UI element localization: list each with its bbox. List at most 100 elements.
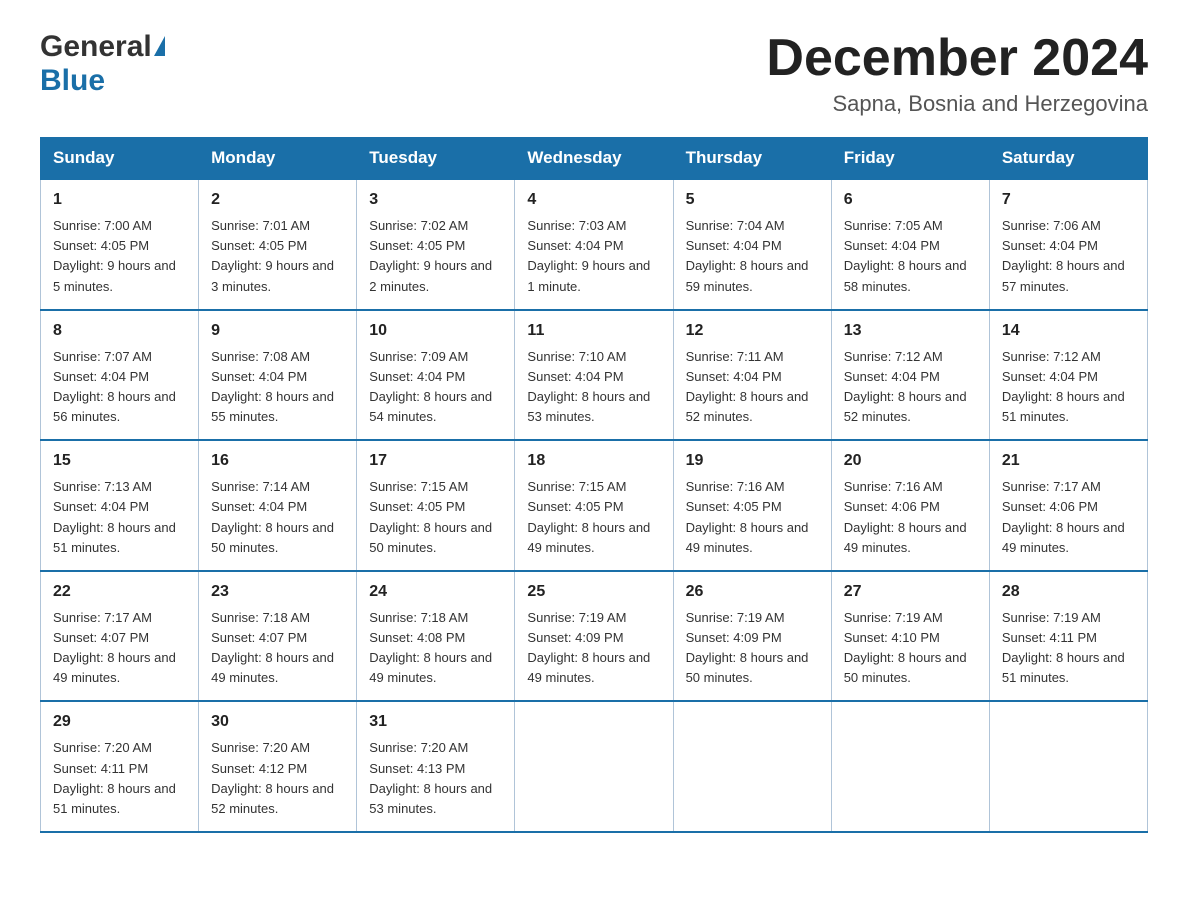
day-number: 22 xyxy=(53,580,186,604)
day-number: 26 xyxy=(686,580,819,604)
day-number: 3 xyxy=(369,188,502,212)
table-row: 16 Sunrise: 7:14 AMSunset: 4:04 PMDaylig… xyxy=(199,440,357,571)
day-info: Sunrise: 7:19 AMSunset: 4:11 PMDaylight:… xyxy=(1002,610,1125,685)
day-info: Sunrise: 7:19 AMSunset: 4:10 PMDaylight:… xyxy=(844,610,967,685)
col-saturday: Saturday xyxy=(989,138,1147,180)
day-number: 20 xyxy=(844,449,977,473)
day-number: 14 xyxy=(1002,319,1135,343)
day-number: 24 xyxy=(369,580,502,604)
day-info: Sunrise: 7:18 AMSunset: 4:08 PMDaylight:… xyxy=(369,610,492,685)
col-tuesday: Tuesday xyxy=(357,138,515,180)
day-info: Sunrise: 7:03 AMSunset: 4:04 PMDaylight:… xyxy=(527,218,650,293)
day-info: Sunrise: 7:13 AMSunset: 4:04 PMDaylight:… xyxy=(53,479,176,554)
table-row: 21 Sunrise: 7:17 AMSunset: 4:06 PMDaylig… xyxy=(989,440,1147,571)
day-info: Sunrise: 7:11 AMSunset: 4:04 PMDaylight:… xyxy=(686,349,809,424)
day-number: 10 xyxy=(369,319,502,343)
day-number: 23 xyxy=(211,580,344,604)
table-row: 24 Sunrise: 7:18 AMSunset: 4:08 PMDaylig… xyxy=(357,571,515,702)
day-number: 27 xyxy=(844,580,977,604)
table-row: 20 Sunrise: 7:16 AMSunset: 4:06 PMDaylig… xyxy=(831,440,989,571)
col-wednesday: Wednesday xyxy=(515,138,673,180)
calendar-week-row: 8 Sunrise: 7:07 AMSunset: 4:04 PMDayligh… xyxy=(41,310,1148,441)
day-number: 8 xyxy=(53,319,186,343)
calendar-week-row: 15 Sunrise: 7:13 AMSunset: 4:04 PMDaylig… xyxy=(41,440,1148,571)
table-row: 5 Sunrise: 7:04 AMSunset: 4:04 PMDayligh… xyxy=(673,179,831,310)
table-row: 9 Sunrise: 7:08 AMSunset: 4:04 PMDayligh… xyxy=(199,310,357,441)
table-row: 11 Sunrise: 7:10 AMSunset: 4:04 PMDaylig… xyxy=(515,310,673,441)
day-info: Sunrise: 7:16 AMSunset: 4:05 PMDaylight:… xyxy=(686,479,809,554)
title-block: December 2024 Sapna, Bosnia and Herzegov… xyxy=(766,30,1148,117)
day-number: 19 xyxy=(686,449,819,473)
table-row: 31 Sunrise: 7:20 AMSunset: 4:13 PMDaylig… xyxy=(357,701,515,832)
table-row: 6 Sunrise: 7:05 AMSunset: 4:04 PMDayligh… xyxy=(831,179,989,310)
table-row: 15 Sunrise: 7:13 AMSunset: 4:04 PMDaylig… xyxy=(41,440,199,571)
day-info: Sunrise: 7:16 AMSunset: 4:06 PMDaylight:… xyxy=(844,479,967,554)
table-row: 29 Sunrise: 7:20 AMSunset: 4:11 PMDaylig… xyxy=(41,701,199,832)
table-row: 7 Sunrise: 7:06 AMSunset: 4:04 PMDayligh… xyxy=(989,179,1147,310)
col-friday: Friday xyxy=(831,138,989,180)
table-row: 2 Sunrise: 7:01 AMSunset: 4:05 PMDayligh… xyxy=(199,179,357,310)
day-number: 1 xyxy=(53,188,186,212)
day-info: Sunrise: 7:07 AMSunset: 4:04 PMDaylight:… xyxy=(53,349,176,424)
table-row: 23 Sunrise: 7:18 AMSunset: 4:07 PMDaylig… xyxy=(199,571,357,702)
day-info: Sunrise: 7:17 AMSunset: 4:07 PMDaylight:… xyxy=(53,610,176,685)
day-number: 31 xyxy=(369,710,502,734)
day-number: 2 xyxy=(211,188,344,212)
table-row: 10 Sunrise: 7:09 AMSunset: 4:04 PMDaylig… xyxy=(357,310,515,441)
day-info: Sunrise: 7:00 AMSunset: 4:05 PMDaylight:… xyxy=(53,218,176,293)
table-row: 13 Sunrise: 7:12 AMSunset: 4:04 PMDaylig… xyxy=(831,310,989,441)
day-info: Sunrise: 7:09 AMSunset: 4:04 PMDaylight:… xyxy=(369,349,492,424)
table-row: 12 Sunrise: 7:11 AMSunset: 4:04 PMDaylig… xyxy=(673,310,831,441)
day-number: 12 xyxy=(686,319,819,343)
col-thursday: Thursday xyxy=(673,138,831,180)
table-row: 8 Sunrise: 7:07 AMSunset: 4:04 PMDayligh… xyxy=(41,310,199,441)
day-info: Sunrise: 7:08 AMSunset: 4:04 PMDaylight:… xyxy=(211,349,334,424)
table-row: 3 Sunrise: 7:02 AMSunset: 4:05 PMDayligh… xyxy=(357,179,515,310)
day-number: 11 xyxy=(527,319,660,343)
day-info: Sunrise: 7:14 AMSunset: 4:04 PMDaylight:… xyxy=(211,479,334,554)
day-number: 5 xyxy=(686,188,819,212)
day-number: 7 xyxy=(1002,188,1135,212)
day-number: 16 xyxy=(211,449,344,473)
day-number: 15 xyxy=(53,449,186,473)
day-info: Sunrise: 7:19 AMSunset: 4:09 PMDaylight:… xyxy=(686,610,809,685)
table-row xyxy=(673,701,831,832)
table-row: 4 Sunrise: 7:03 AMSunset: 4:04 PMDayligh… xyxy=(515,179,673,310)
day-number: 9 xyxy=(211,319,344,343)
logo-blue-text: Blue xyxy=(40,64,105,97)
day-info: Sunrise: 7:15 AMSunset: 4:05 PMDaylight:… xyxy=(369,479,492,554)
day-info: Sunrise: 7:15 AMSunset: 4:05 PMDaylight:… xyxy=(527,479,650,554)
calendar-week-row: 22 Sunrise: 7:17 AMSunset: 4:07 PMDaylig… xyxy=(41,571,1148,702)
day-info: Sunrise: 7:18 AMSunset: 4:07 PMDaylight:… xyxy=(211,610,334,685)
calendar-week-row: 29 Sunrise: 7:20 AMSunset: 4:11 PMDaylig… xyxy=(41,701,1148,832)
day-number: 29 xyxy=(53,710,186,734)
day-info: Sunrise: 7:04 AMSunset: 4:04 PMDaylight:… xyxy=(686,218,809,293)
logo-general-text: General xyxy=(40,30,152,64)
table-row: 25 Sunrise: 7:19 AMSunset: 4:09 PMDaylig… xyxy=(515,571,673,702)
day-info: Sunrise: 7:10 AMSunset: 4:04 PMDaylight:… xyxy=(527,349,650,424)
table-row: 26 Sunrise: 7:19 AMSunset: 4:09 PMDaylig… xyxy=(673,571,831,702)
table-row: 18 Sunrise: 7:15 AMSunset: 4:05 PMDaylig… xyxy=(515,440,673,571)
day-number: 17 xyxy=(369,449,502,473)
day-number: 18 xyxy=(527,449,660,473)
day-info: Sunrise: 7:12 AMSunset: 4:04 PMDaylight:… xyxy=(1002,349,1125,424)
day-info: Sunrise: 7:12 AMSunset: 4:04 PMDaylight:… xyxy=(844,349,967,424)
day-number: 13 xyxy=(844,319,977,343)
page-header: General Blue December 2024 Sapna, Bosnia… xyxy=(40,30,1148,117)
calendar-week-row: 1 Sunrise: 7:00 AMSunset: 4:05 PMDayligh… xyxy=(41,179,1148,310)
month-title: December 2024 xyxy=(766,30,1148,87)
day-number: 25 xyxy=(527,580,660,604)
col-sunday: Sunday xyxy=(41,138,199,180)
calendar-table: Sunday Monday Tuesday Wednesday Thursday… xyxy=(40,137,1148,833)
day-number: 6 xyxy=(844,188,977,212)
day-info: Sunrise: 7:20 AMSunset: 4:12 PMDaylight:… xyxy=(211,740,334,815)
table-row: 22 Sunrise: 7:17 AMSunset: 4:07 PMDaylig… xyxy=(41,571,199,702)
day-info: Sunrise: 7:20 AMSunset: 4:11 PMDaylight:… xyxy=(53,740,176,815)
logo: General Blue xyxy=(40,30,165,98)
table-row: 17 Sunrise: 7:15 AMSunset: 4:05 PMDaylig… xyxy=(357,440,515,571)
day-number: 21 xyxy=(1002,449,1135,473)
table-row: 1 Sunrise: 7:00 AMSunset: 4:05 PMDayligh… xyxy=(41,179,199,310)
day-info: Sunrise: 7:01 AMSunset: 4:05 PMDaylight:… xyxy=(211,218,334,293)
table-row: 27 Sunrise: 7:19 AMSunset: 4:10 PMDaylig… xyxy=(831,571,989,702)
day-info: Sunrise: 7:19 AMSunset: 4:09 PMDaylight:… xyxy=(527,610,650,685)
